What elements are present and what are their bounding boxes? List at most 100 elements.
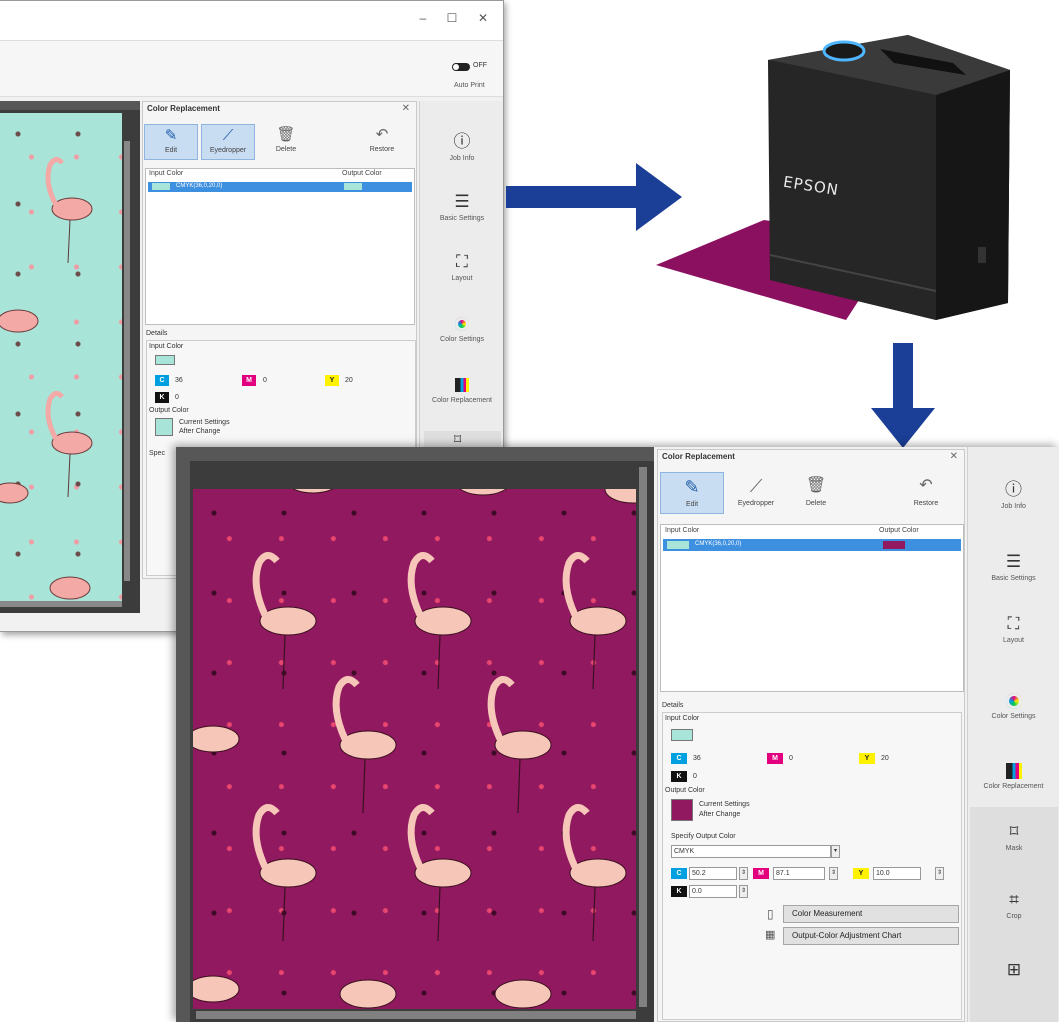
sidebar-item-color-settings[interactable]: Color Settings xyxy=(968,687,1059,720)
panel-close-icon[interactable]: ✕ xyxy=(402,103,410,114)
magenta-chip: M xyxy=(242,375,256,386)
replacement-row[interactable]: CMYK(36,0,20,0) xyxy=(663,539,961,551)
out-yellow-input[interactable]: 10.0 xyxy=(873,867,921,880)
pencil-icon: ✎ xyxy=(684,477,700,497)
out-magenta-input[interactable]: 87.1 xyxy=(773,867,825,880)
sidebar-label: Basic Settings xyxy=(991,575,1036,582)
edit-button[interactable]: ✎ Edit xyxy=(144,124,198,160)
restore-label: Restore xyxy=(913,500,939,507)
restore-label: Restore xyxy=(369,146,395,153)
color-replacement-panel: Color Replacement ✕ ✎ Edit ⟋ Eyedropper … xyxy=(657,449,965,1022)
sidebar-item-more[interactable]: ⊞ xyxy=(970,957,1058,983)
yellow-value: 20 xyxy=(345,377,353,384)
sidebar-item-layout[interactable]: ⛶ Layout xyxy=(420,249,503,282)
output-color-label: Output Color xyxy=(665,787,705,794)
yellow-chip: Y xyxy=(859,753,875,764)
after-change-label: After Change xyxy=(699,811,741,818)
sidebar-label: Color Replacement xyxy=(983,783,1044,790)
out-cyan-input[interactable]: 50.2 xyxy=(689,867,737,880)
spectro-icon: ▯ xyxy=(767,907,774,921)
input-swatch xyxy=(667,541,689,549)
horizontal-scrollbar[interactable] xyxy=(196,1011,636,1019)
input-color-column-header: Input Color xyxy=(665,527,700,534)
device-illustration xyxy=(656,35,1010,320)
horizontal-ruler xyxy=(176,447,654,461)
sidebar-item-basic-settings[interactable]: ☰ Basic Settings xyxy=(420,189,503,222)
sidebar-label: Layout xyxy=(451,275,473,282)
magenta-value: 0 xyxy=(789,755,793,762)
current-settings-label: Current Settings xyxy=(699,801,750,808)
out-yellow-stepper[interactable]: ⇕ xyxy=(935,867,944,880)
canvas-area xyxy=(0,101,140,613)
yellow-chip: Y xyxy=(325,375,339,386)
layout-icon: ⛶ xyxy=(456,252,468,271)
black-chip: K xyxy=(671,771,687,782)
restore-icon: ↶ xyxy=(919,477,933,494)
horizontal-ruler xyxy=(0,101,140,110)
sidebar-label: Mask xyxy=(1005,845,1023,852)
out-black-stepper[interactable]: ⇕ xyxy=(739,885,748,898)
input-color-swatch xyxy=(671,729,693,741)
specify-output-label: Specify Output Color xyxy=(671,833,736,840)
cyan-chip: C xyxy=(155,375,169,386)
panel-title: Color Replacement xyxy=(147,104,220,113)
close-button[interactable]: ✕ xyxy=(472,9,494,27)
adjustment-chart-button[interactable]: Output-Color Adjustment Chart xyxy=(783,927,959,945)
delete-button[interactable]: 🗑 Delete xyxy=(788,472,844,514)
chart-icon: ▦ xyxy=(765,929,776,941)
out-black-input[interactable]: 0.0 xyxy=(689,885,737,898)
sidebar-item-color-replacement[interactable]: Color Replacement xyxy=(420,371,503,404)
color-measurement-button[interactable]: Color Measurement xyxy=(783,905,959,923)
flamingo-pattern xyxy=(0,157,93,600)
current-settings-label: Current Settings xyxy=(179,419,230,426)
color-wheel-icon xyxy=(420,310,503,336)
info-icon: ⓘ xyxy=(453,132,471,151)
sidebar-item-color-settings[interactable]: Color Settings xyxy=(420,310,503,343)
out-magenta-stepper[interactable]: ⇕ xyxy=(829,867,838,880)
title-bar: – ☐ ✕ xyxy=(0,1,503,41)
layout-icon: ⛶ xyxy=(1007,614,1020,633)
edit-label: Edit xyxy=(685,501,699,508)
sidebar-item-job-info[interactable]: ⓘ Job Info xyxy=(968,477,1059,510)
sidebar-item-crop[interactable]: ⌗ Crop xyxy=(970,887,1058,920)
eyedropper-button[interactable]: ⟋ Eyedropper xyxy=(201,124,255,160)
sidebar-item-mask[interactable]: ⌑ Mask xyxy=(970,819,1058,852)
sidebar-item-job-info[interactable]: ⓘ Job Info xyxy=(420,129,503,162)
vertical-scrollbar[interactable] xyxy=(639,467,647,1007)
edit-button[interactable]: ✎ Edit xyxy=(660,472,724,514)
eyedropper-button[interactable]: ⟋ Eyedropper xyxy=(724,472,788,514)
horizontal-scrollbar[interactable] xyxy=(0,601,122,607)
input-color-swatch xyxy=(155,355,175,365)
minimize-button[interactable]: – xyxy=(412,9,434,27)
vertical-scrollbar[interactable] xyxy=(124,141,130,581)
restore-button[interactable]: ↶ Restore xyxy=(355,124,409,160)
output-color-label: Output Color xyxy=(149,407,189,414)
replacement-list: Input Color Output Color CMYK(36,0,20,0) xyxy=(145,168,415,325)
maximize-button[interactable]: ☐ xyxy=(441,9,463,27)
black-chip: K xyxy=(155,392,169,403)
yellow-value: 20 xyxy=(881,755,889,762)
restore-icon: ↶ xyxy=(375,126,389,143)
mask-icon: ⌑ xyxy=(454,431,462,447)
out-cyan-stepper[interactable]: ⇕ xyxy=(739,867,748,880)
panel-close-icon[interactable]: ✕ xyxy=(950,451,958,462)
replacement-row[interactable]: CMYK(36,0,20,0) xyxy=(148,182,412,192)
design-preview-magenta xyxy=(193,489,636,1009)
out-yellow-chip: Y xyxy=(853,868,869,879)
canvas-area xyxy=(176,447,654,1022)
black-value: 0 xyxy=(175,394,179,401)
output-swatch xyxy=(883,541,905,549)
design-preview-mint xyxy=(0,113,122,601)
auto-print-toggle[interactable] xyxy=(452,63,470,71)
delete-button[interactable]: 🗑 Delete xyxy=(261,124,311,160)
color-mode-select[interactable]: CMYK xyxy=(671,845,831,858)
magenta-value: 0 xyxy=(263,377,267,384)
eyedropper-label: Eyedropper xyxy=(737,500,775,507)
sidebar-item-layout[interactable]: ⛶ Layout xyxy=(968,611,1059,644)
restore-button[interactable]: ↶ Restore xyxy=(896,472,956,514)
sidebar-item-basic-settings[interactable]: ☰ Basic Settings xyxy=(968,549,1059,582)
details-box: Input Color C 36 M 0 Y 20 K 0 Output Col… xyxy=(662,712,962,1020)
sidebar-label: Layout xyxy=(1002,637,1025,644)
sidebar-item-color-replacement[interactable]: Color Replacement xyxy=(968,757,1059,790)
chevron-down-icon[interactable]: ▾ xyxy=(831,845,840,858)
